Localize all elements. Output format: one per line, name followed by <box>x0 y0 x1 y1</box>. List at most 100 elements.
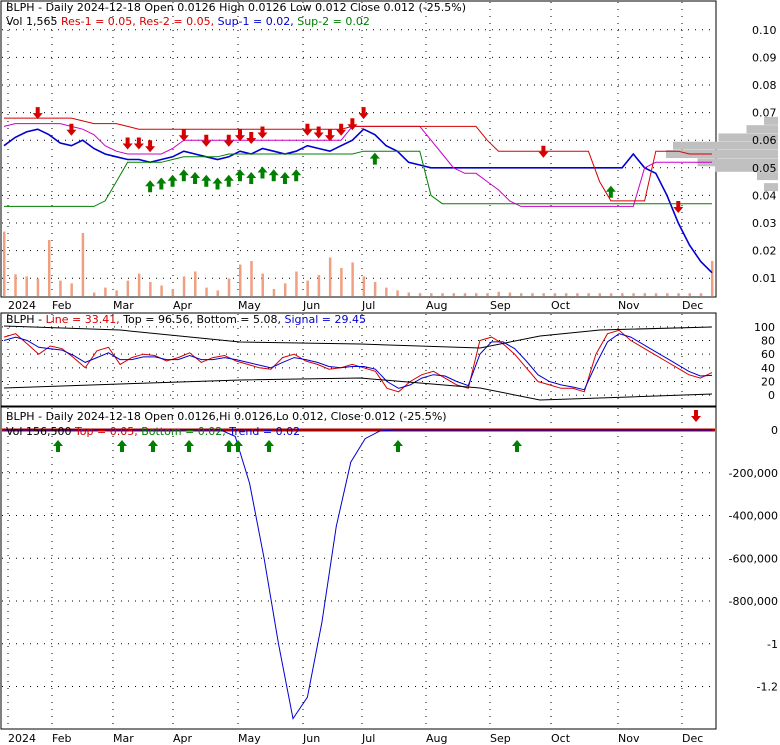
oscillator-x-tick-label: Aug <box>426 732 447 745</box>
volume-bar <box>239 264 242 296</box>
volume-bar <box>283 283 287 296</box>
volume-bar <box>351 262 354 296</box>
volume-bar <box>182 276 186 296</box>
oscillator-frame <box>0 406 717 730</box>
volume-bar <box>216 290 220 296</box>
price-x-tick-label: Jun <box>302 299 320 312</box>
oscillator-y-tick-label: -200,000 <box>729 467 778 480</box>
volume-profile-bar <box>666 150 778 158</box>
volume-bar <box>36 278 40 296</box>
volume-bar <box>542 293 545 296</box>
oscillator-y-tick-label: -1.2 <box>757 681 778 694</box>
volume-bar <box>519 293 523 296</box>
volume-bar <box>609 293 613 296</box>
price-x-tick-label: Mar <box>113 299 134 312</box>
volume-bar <box>115 290 118 296</box>
oscillator-x-tick-label: Mar <box>113 732 134 745</box>
price-y-tick-label: 0.04 <box>752 189 777 202</box>
oscillator-y-tick-label: -1 <box>767 638 778 651</box>
price-y-tick-label: 0.03 <box>752 217 777 230</box>
stochastic-frame <box>0 312 717 407</box>
volume-bar <box>418 293 422 296</box>
oscillator-x-tick-label: Sep <box>490 732 511 745</box>
volume-bar <box>654 293 658 296</box>
volume-bar <box>666 293 669 296</box>
price-x-tick-label: Aug <box>426 299 447 312</box>
volume-bar <box>711 261 714 296</box>
price-x-tick-label: Jul <box>361 299 375 312</box>
volume-bar <box>205 287 208 296</box>
stochastic-y-tick-label: 100 <box>754 321 775 334</box>
price-y-tick-label: 0.01 <box>752 272 777 285</box>
oscillator-y-tick-label: 0 <box>771 424 778 437</box>
volume-bar <box>160 285 163 296</box>
oscillator-x-tick-label: Jul <box>361 732 375 745</box>
price-frame <box>0 0 717 298</box>
volume-bar <box>564 293 568 296</box>
volume-bar <box>194 271 197 296</box>
volume-bar <box>385 287 388 296</box>
oscillator-header: BLPH - Daily 2024-12-18 Open 0.0126,Hi 0… <box>6 410 447 423</box>
volume-bar <box>25 276 28 296</box>
oscillator-y-ticks: 0 -200,000 -400,000 -600,000 -800,000 -1 -1.2 <box>729 424 778 694</box>
volume-bar <box>14 274 17 296</box>
volume-bar <box>3 231 6 296</box>
price-x-tick-label: 2024 <box>8 299 36 312</box>
oscillator-x-tick-label: Jun <box>302 732 320 745</box>
oscillator-x-ticks: 2024 Feb Mar Apr May Jun Jul Aug Sep Oct Nov Dec <box>8 732 703 745</box>
price-x-tick-label: Apr <box>173 299 193 312</box>
price-y-tick-label: 0.07 <box>752 107 777 120</box>
volume-bar <box>475 293 478 296</box>
volume-bar <box>486 293 489 296</box>
volume-bar <box>441 293 444 296</box>
price-x-tick-label: Feb <box>52 299 71 312</box>
volume-bar <box>92 292 96 296</box>
volume-bar <box>373 282 377 296</box>
volume-bar <box>621 293 624 296</box>
volume-bar <box>553 293 557 296</box>
price-y-tick-label: 0.09 <box>752 51 777 64</box>
price-levels: Vol 1,565 Res-1 = 0.05, Res-2 = 0.05, Su… <box>6 15 370 28</box>
price-x-tick-label: May <box>238 299 261 312</box>
price-y-tick-label: 0.05 <box>752 162 777 175</box>
volume-bar <box>598 293 602 296</box>
volume-bar <box>632 293 635 296</box>
price-header: BLPH - Daily 2024-12-18 Open 0.0126 High… <box>6 1 466 14</box>
volume-bar <box>272 289 276 296</box>
volume-bar <box>452 293 456 296</box>
volume-bar <box>497 291 500 296</box>
oscillator-y-tick-label: -400,000 <box>729 510 778 523</box>
volume-bar <box>227 278 231 296</box>
volume-bar <box>104 287 107 296</box>
volume-bar <box>463 293 467 296</box>
oscillator-x-tick-label: Feb <box>52 732 71 745</box>
stochastic-panel: 100806040200 BLPH - Line = 33.41, Top = … <box>0 312 775 407</box>
volume-bar <box>688 293 692 296</box>
stochastic-y-tick-label: 20 <box>761 376 775 389</box>
volume-bar <box>677 293 680 296</box>
volume-bar <box>699 293 703 296</box>
oscillator-x-tick-label: Apr <box>173 732 193 745</box>
volume-bar <box>430 293 433 296</box>
price-y-tick-label: 0.06 <box>752 134 777 147</box>
volume-bar <box>576 293 579 296</box>
oscillator-y-tick-label: -600,000 <box>729 552 778 565</box>
volume-bar <box>126 280 130 296</box>
volume-bar <box>340 268 343 296</box>
volume-bar <box>81 233 85 296</box>
volume-bar <box>317 275 321 296</box>
volume-bar <box>149 282 152 296</box>
volume-bar <box>531 293 534 296</box>
stochastic-y-tick-label: 80 <box>761 335 775 348</box>
volume-bar <box>250 261 253 296</box>
volume-bar <box>137 273 141 296</box>
price-x-tick-label: Oct <box>551 299 571 312</box>
price-x-tick-label: Sep <box>490 299 511 312</box>
volume-bar <box>587 293 590 296</box>
volume-bar <box>59 280 62 296</box>
stochastic-y-tick-label: 40 <box>761 362 775 375</box>
stochastic-y-ticks: 100806040200 <box>754 321 775 402</box>
oscillator-x-tick-label: Nov <box>618 732 640 745</box>
stock-chart: 0.10 0.09 0.08 0.07 0.06 0.05 0.04 0.03 0.02 0.01… <box>0 0 778 745</box>
volume-bar <box>396 290 399 296</box>
